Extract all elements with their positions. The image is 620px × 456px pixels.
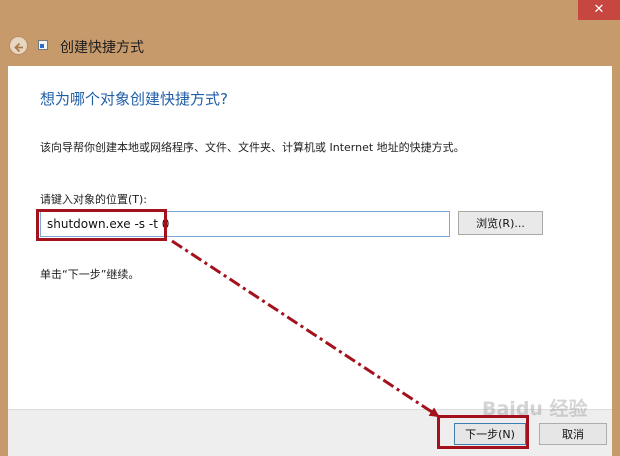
annotation-box-input — [36, 209, 167, 241]
annotation-box-next — [437, 415, 529, 449]
